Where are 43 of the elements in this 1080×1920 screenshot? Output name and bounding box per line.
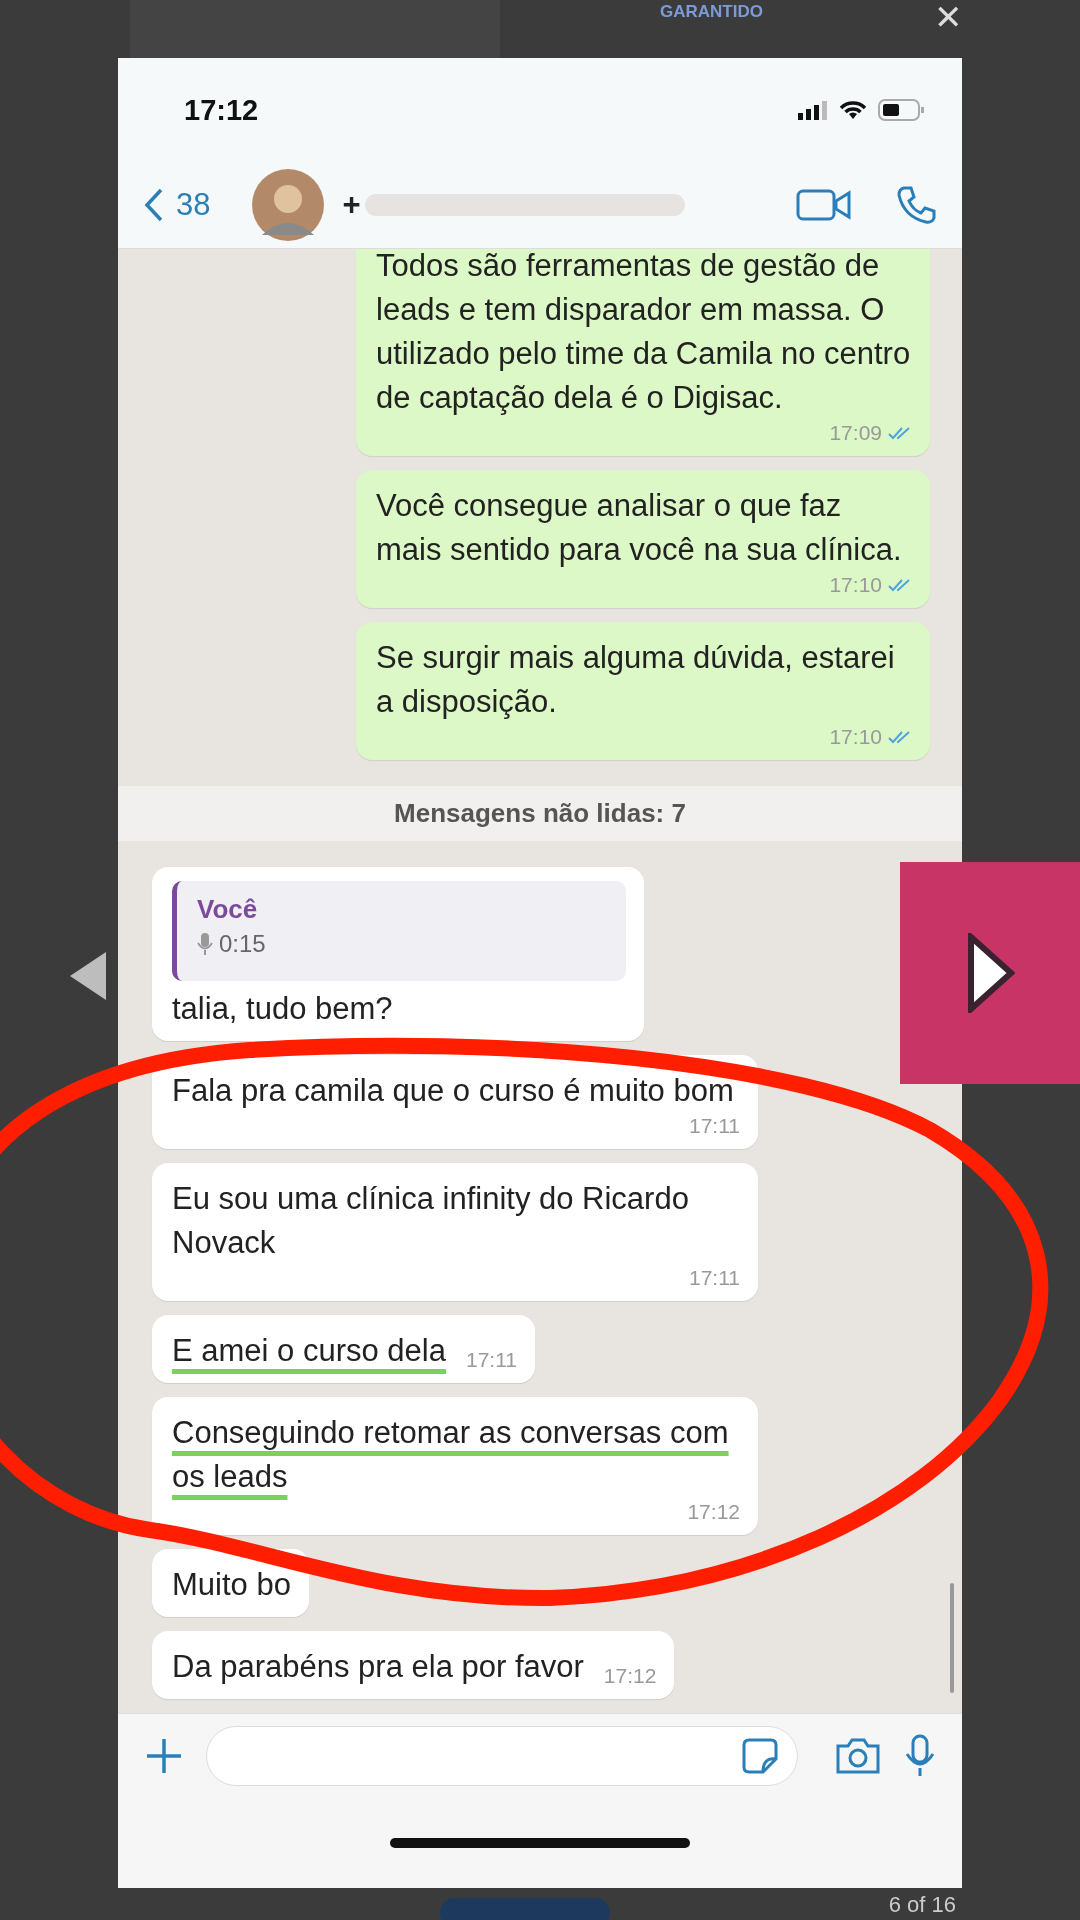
message-time: 17:11 bbox=[689, 1113, 740, 1139]
unread-banner: Mensagens não lidas: 7 bbox=[118, 786, 962, 841]
camera-icon[interactable] bbox=[834, 1737, 882, 1775]
message-text: Muito bo bbox=[172, 1566, 291, 1604]
message-text: Fala pra camila que o curso é muito bom bbox=[172, 1072, 734, 1110]
voice-duration: 0:15 bbox=[219, 929, 266, 959]
video-call-icon[interactable] bbox=[796, 187, 852, 223]
plus-icon[interactable] bbox=[144, 1736, 184, 1776]
message-time: 17:12 bbox=[687, 1499, 740, 1525]
message-text: Todos são ferramentas de gestão de leads e tem disparador em massa. O utilizado pelo time da Camila no centro de captação dela é o Digisac. bbox=[376, 249, 912, 417]
microphone-icon[interactable] bbox=[904, 1734, 936, 1778]
message-text: E amei o curso dela bbox=[172, 1332, 446, 1370]
backdrop-heading: GARANTIDO bbox=[660, 2, 763, 22]
wifi-icon bbox=[838, 99, 868, 121]
message-time: 17:11 bbox=[466, 1347, 517, 1373]
battery-icon bbox=[878, 99, 924, 121]
signal-icon bbox=[798, 100, 828, 120]
image-counter: 6 of 16 bbox=[888, 1892, 956, 1918]
message-text: talia, tudo bem? bbox=[172, 990, 393, 1028]
play-icon bbox=[965, 933, 1015, 1013]
message-text: Conseguindo retomar as conversas com os leads bbox=[172, 1414, 730, 1496]
message-time: 17:09 bbox=[829, 420, 882, 446]
back-button[interactable]: 38 bbox=[144, 187, 211, 223]
contact-name[interactable]: + bbox=[342, 187, 361, 223]
quote-author: Você bbox=[197, 893, 259, 926]
close-button[interactable]: ✕ bbox=[934, 0, 962, 34]
message-text: Você consegue analisar o que faz mais sentido para você na sua clínica. bbox=[376, 487, 903, 569]
sticker-icon[interactable] bbox=[741, 1737, 779, 1775]
quoted-message[interactable]: Você 0:15 bbox=[172, 881, 627, 981]
status-time: 17:12 bbox=[184, 93, 259, 127]
message-time: 17:11 bbox=[689, 1265, 740, 1291]
message-time: 17:12 bbox=[603, 1663, 657, 1689]
message-text: Da parabéns pra ela por favor bbox=[172, 1648, 584, 1686]
phone-call-icon[interactable] bbox=[896, 185, 936, 225]
avatar-icon[interactable] bbox=[252, 169, 325, 241]
message-text: Se surgir mais alguma dúvida, estarei a disposição. bbox=[376, 639, 896, 721]
next-button[interactable] bbox=[900, 862, 1080, 1084]
microphone-icon bbox=[197, 932, 213, 956]
message-time: 17:10 bbox=[829, 724, 882, 750]
message-text: Eu sou uma clínica infinity do Ricardo Novack bbox=[172, 1180, 690, 1262]
chevron-icon bbox=[144, 188, 164, 222]
message-time: 17:10 bbox=[829, 572, 882, 598]
previous-arrow-icon[interactable] bbox=[70, 952, 106, 1000]
